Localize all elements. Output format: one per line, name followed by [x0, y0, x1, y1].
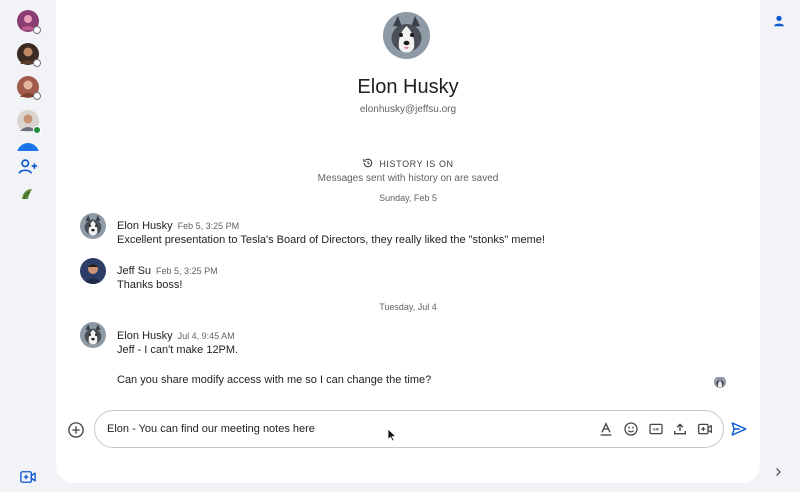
svg-text:GIF: GIF [653, 427, 660, 432]
video-meeting-icon [698, 423, 712, 435]
people-panel-button[interactable] [772, 14, 786, 28]
chat-panel: Elon Husky elonhusky@jeffsu.org HISTORY … [56, 0, 760, 483]
message-header: Jeff Su Feb 5, 3:25 PM [117, 261, 218, 279]
message-text: Jeff - I can't make 12PM. [117, 344, 239, 356]
husky-avatar-icon [714, 377, 726, 388]
history-icon [363, 158, 373, 168]
date-separator: Tuesday, Jul 4 [379, 302, 437, 312]
message-avatar[interactable] [80, 213, 106, 239]
away-status-icon [33, 92, 41, 100]
avatar-contact-5[interactable] [17, 143, 39, 151]
send-icon [731, 422, 747, 436]
avatar-contact-4[interactable] [17, 110, 41, 134]
mouse-cursor-icon [387, 428, 397, 442]
message-sender[interactable]: Elon Husky [117, 330, 173, 342]
away-status-icon [33, 26, 41, 34]
history-subtext: Messages sent with history on are saved [317, 173, 499, 184]
date-separator: Sunday, Feb 5 [379, 193, 437, 203]
gif-icon: GIF [649, 423, 663, 435]
message-header: Elon Husky Feb 5, 3:25 PM [117, 216, 239, 234]
avatar-contact-1[interactable] [17, 10, 41, 34]
format-text-icon [600, 422, 612, 436]
emoji-icon [624, 422, 638, 436]
contact-avatar [383, 12, 430, 59]
message-timestamp: Feb 5, 3:25 PM [177, 221, 240, 231]
message-header: Elon Husky Jul 4, 9:45 AM [117, 326, 235, 344]
add-circle-icon [68, 422, 84, 438]
add-people-icon[interactable] [17, 156, 39, 178]
read-receipt-avatar [714, 376, 726, 388]
contact-email: elonhusky@jeffsu.org [359, 104, 457, 115]
emoji-button[interactable] [623, 421, 639, 437]
message-avatar[interactable] [80, 258, 106, 284]
message-input[interactable] [107, 420, 577, 438]
left-rail [0, 0, 56, 492]
send-button[interactable] [730, 420, 748, 438]
avatar-contact-3[interactable] [17, 76, 41, 100]
person-icon [774, 15, 784, 27]
message-avatar[interactable] [80, 322, 106, 348]
message-text: Can you share modify access with me so I… [117, 374, 432, 386]
upload-button[interactable] [672, 421, 688, 437]
meet-video-icon[interactable] [19, 468, 37, 486]
upload-icon [674, 423, 686, 435]
husky-avatar-icon [80, 322, 106, 348]
avatar [80, 258, 106, 284]
message-composer: GIF [94, 410, 724, 448]
message-sender[interactable]: Jeff Su [117, 265, 151, 277]
message-text: Excellent presentation to Tesla's Board … [117, 234, 545, 246]
format-text-button[interactable] [598, 421, 614, 437]
avatar [17, 143, 39, 151]
video-meeting-button[interactable] [697, 421, 713, 437]
message-text: Thanks boss! [117, 279, 183, 291]
avatar-contact-2[interactable] [17, 43, 41, 67]
chevron-right-icon [776, 468, 781, 476]
husky-avatar-icon [80, 213, 106, 239]
bot-app-icon[interactable] [19, 186, 35, 202]
away-status-icon [33, 59, 41, 67]
message-timestamp: Jul 4, 9:45 AM [177, 331, 235, 341]
history-status: HISTORY IS ON [56, 157, 760, 169]
contact-name: Elon Husky [357, 76, 459, 98]
message-sender[interactable]: Elon Husky [117, 220, 173, 232]
add-attachment-button[interactable] [67, 421, 85, 439]
husky-avatar-icon [383, 12, 430, 59]
message-timestamp: Feb 5, 3:25 PM [156, 266, 218, 276]
gif-button[interactable]: GIF [648, 421, 664, 437]
history-label: HISTORY IS ON [379, 159, 454, 169]
expand-panel-button[interactable] [772, 466, 784, 478]
online-status-icon [33, 126, 41, 134]
